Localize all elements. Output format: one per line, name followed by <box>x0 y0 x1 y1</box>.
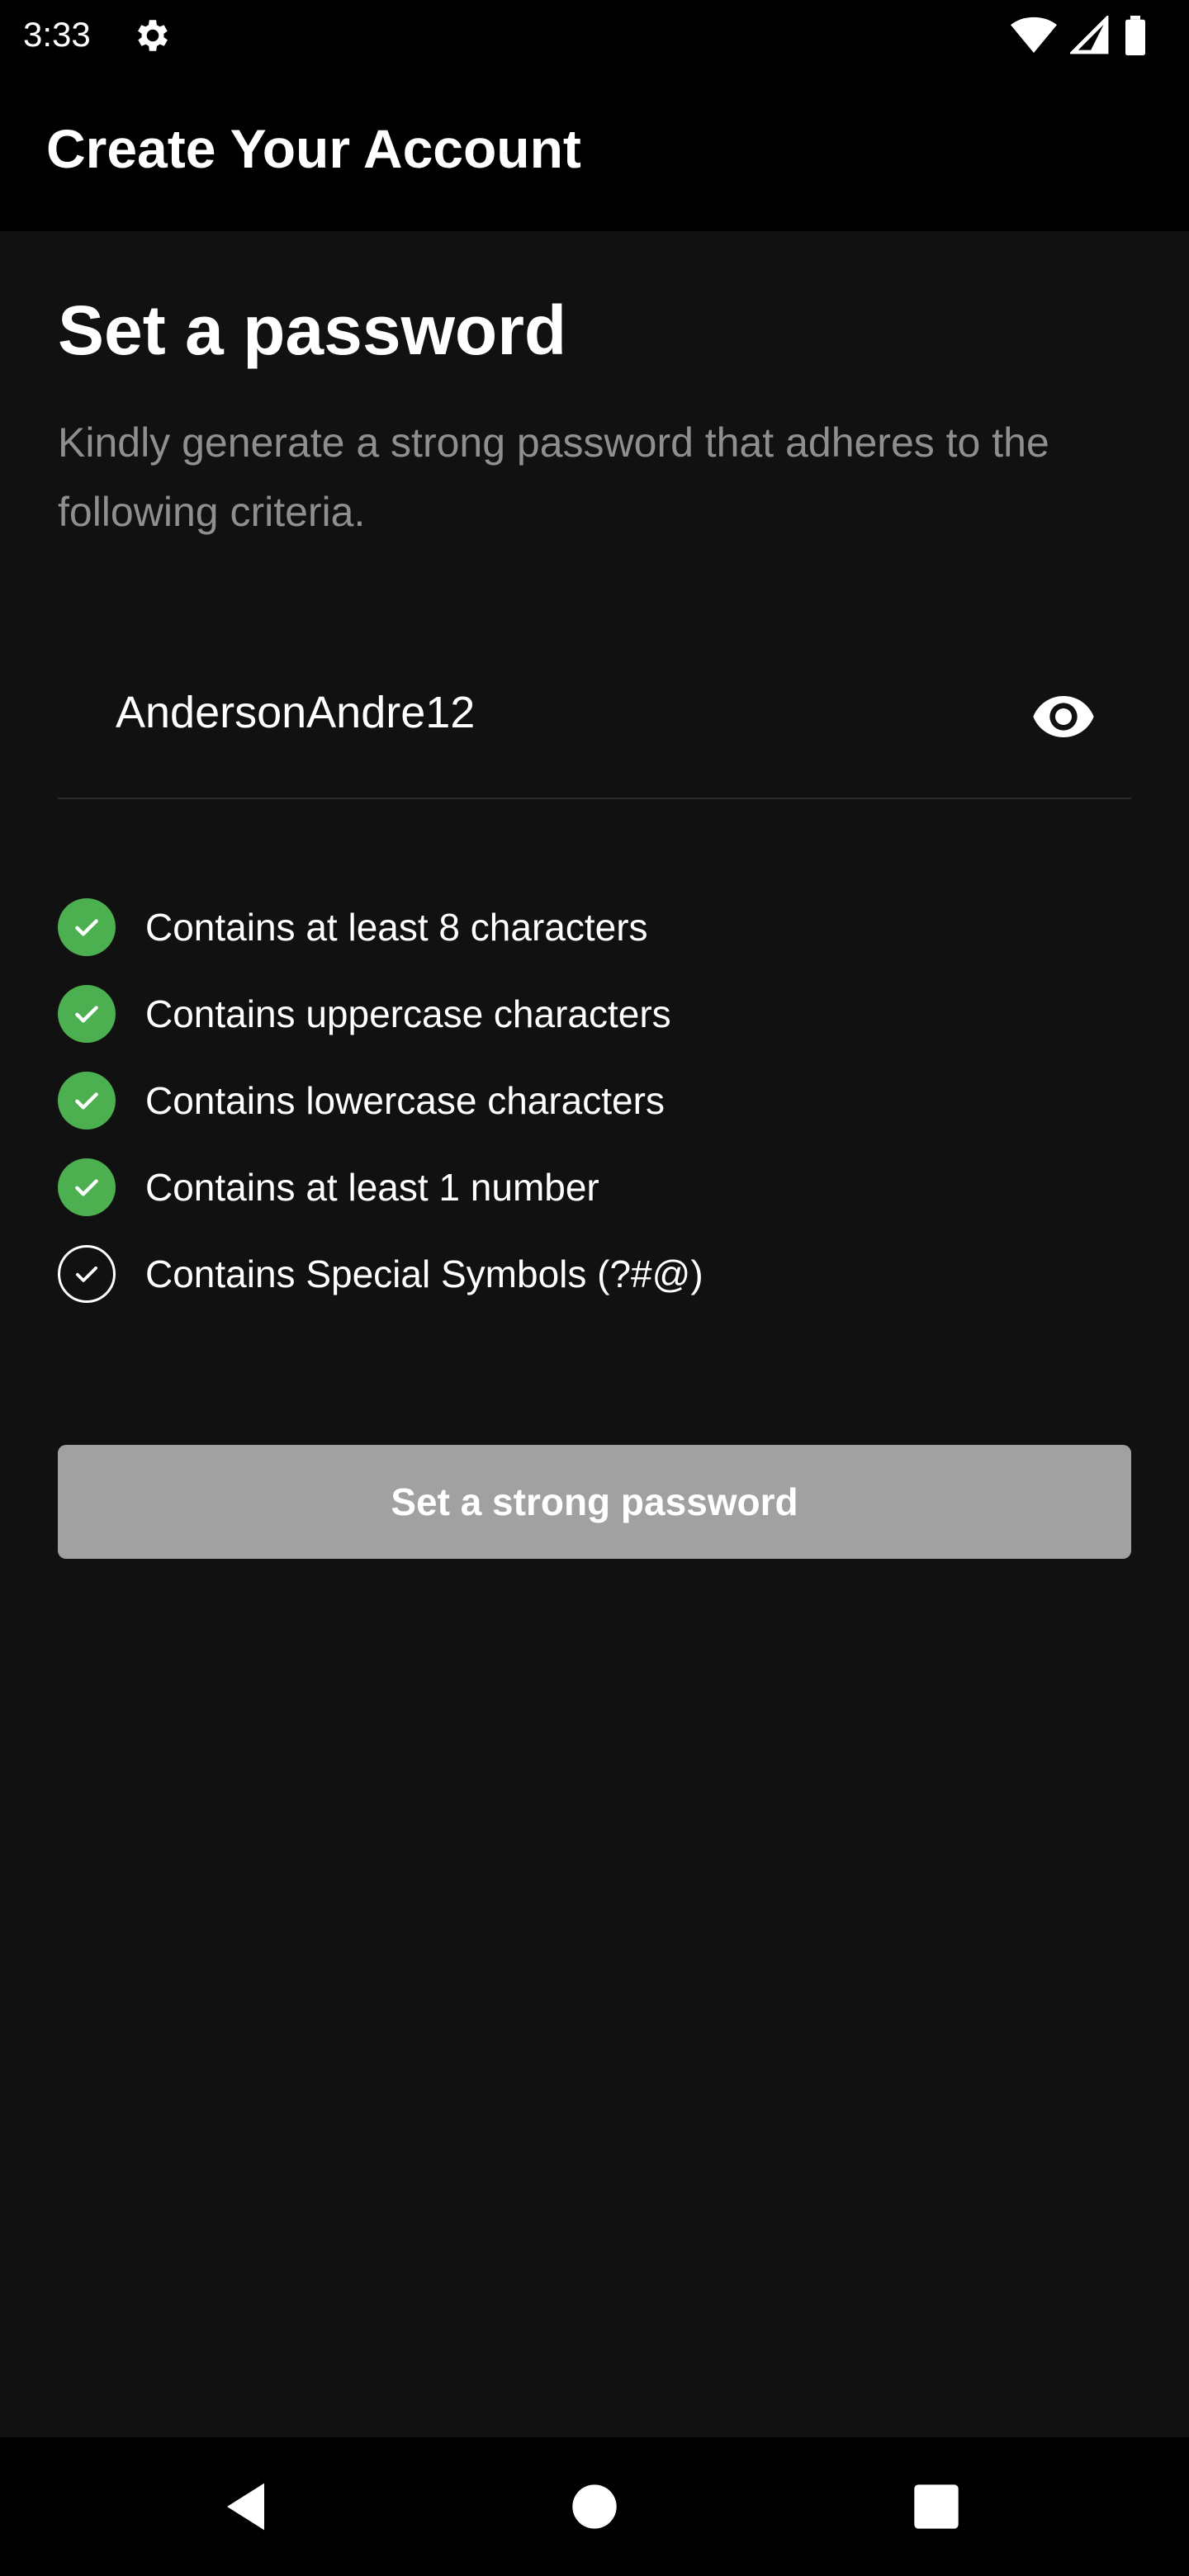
app-bar: Create Your Account <box>0 69 1189 231</box>
set-password-button[interactable]: Set a strong password <box>58 1445 1131 1559</box>
check-circle-outline-icon <box>58 1244 116 1303</box>
criterion-label: Contains Special Symbols (?#@) <box>145 1252 703 1295</box>
recents-square-icon[interactable] <box>903 2474 969 2540</box>
criterion-item: Contains at least 8 characters <box>58 883 1131 970</box>
criterion-label: Contains uppercase characters <box>145 992 671 1035</box>
status-bar: 3:33 <box>0 0 1189 69</box>
password-criteria-list: Contains at least 8 characters Contains … <box>58 883 1131 1317</box>
criterion-item: Contains uppercase characters <box>58 970 1131 1057</box>
cellular-signal-icon <box>1070 16 1110 55</box>
eye-icon[interactable] <box>1030 684 1097 750</box>
page-subtitle: Kindly generate a strong password that a… <box>58 419 1049 535</box>
settings-gear-icon <box>132 15 173 56</box>
password-field[interactable]: AndersonAndre12 <box>58 636 1131 799</box>
check-circle-filled-icon <box>58 1158 116 1216</box>
system-nav-bar <box>0 2437 1189 2576</box>
criterion-item: Contains at least 1 number <box>58 1144 1131 1230</box>
password-input-value[interactable]: AndersonAndre12 <box>116 684 475 741</box>
criterion-item: Contains lowercase characters <box>58 1057 1131 1144</box>
check-circle-filled-icon <box>58 984 116 1043</box>
status-icons <box>1011 15 1148 56</box>
criterion-item: Contains Special Symbols (?#@) <box>58 1230 1131 1317</box>
criterion-label: Contains at least 8 characters <box>145 905 648 949</box>
criterion-label: Contains lowercase characters <box>145 1078 665 1122</box>
app-bar-title: Create Your Account <box>46 118 581 179</box>
wifi-icon <box>1011 16 1057 55</box>
page-title: Set a password <box>58 291 567 369</box>
back-triangle-icon[interactable] <box>215 2474 281 2540</box>
battery-icon <box>1123 16 1148 55</box>
status-time: 3:33 <box>23 15 91 54</box>
criterion-label: Contains at least 1 number <box>145 1165 599 1209</box>
check-circle-filled-icon <box>58 897 116 956</box>
check-circle-filled-icon <box>58 1071 116 1129</box>
home-circle-icon[interactable] <box>561 2474 628 2540</box>
